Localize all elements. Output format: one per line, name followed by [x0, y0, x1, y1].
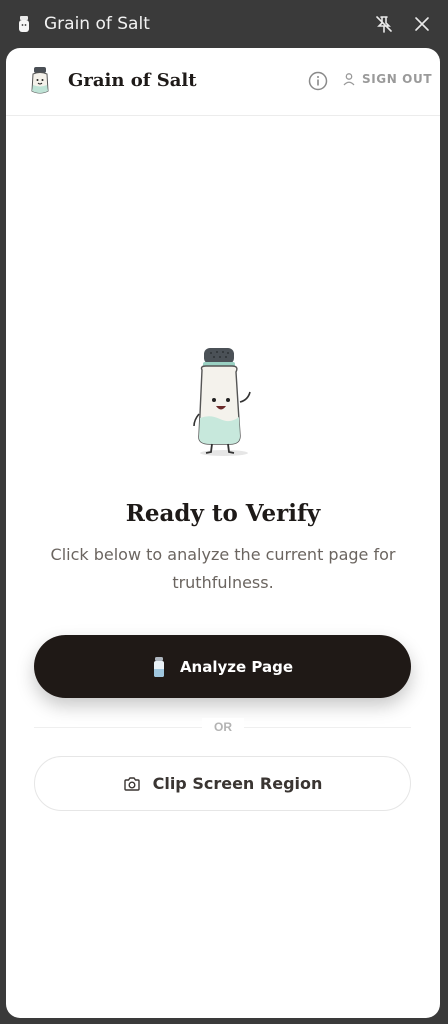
- camera-icon: [123, 776, 140, 791]
- analyze-page-label: Analyze Page: [179, 657, 294, 676]
- status-heading: Ready to Verify: [125, 500, 321, 527]
- brand-name: Grain of Salt: [68, 70, 197, 91]
- or-divider-label: OR: [202, 718, 244, 736]
- window-titlebar: Grain of Salt: [0, 0, 448, 48]
- salt-shaker-icon: [153, 656, 164, 677]
- salt-shaker-mascot: [193, 348, 251, 456]
- pin-icon[interactable]: [373, 13, 395, 35]
- info-icon[interactable]: [307, 70, 329, 92]
- analyze-page-button[interactable]: Analyze Page: [34, 635, 411, 698]
- salt-shaker-logo: [31, 67, 49, 94]
- extension-panel: Grain of Salt SIGN OUT Ready to Verify C…: [6, 48, 440, 1018]
- clip-screen-region-label: Clip Screen Region: [152, 774, 323, 793]
- sign-out-label: SIGN OUT: [362, 72, 433, 86]
- close-icon[interactable]: [411, 13, 433, 35]
- panel-header: Grain of Salt SIGN OUT: [6, 48, 440, 116]
- window-title: Grain of Salt: [44, 14, 150, 34]
- clip-screen-region-button[interactable]: Clip Screen Region: [34, 756, 411, 811]
- user-icon: [343, 73, 355, 86]
- salt-shaker-icon: [19, 16, 29, 32]
- status-description: Click below to analyze the current page …: [50, 545, 396, 592]
- sign-out-button[interactable]: SIGN OUT: [342, 72, 432, 86]
